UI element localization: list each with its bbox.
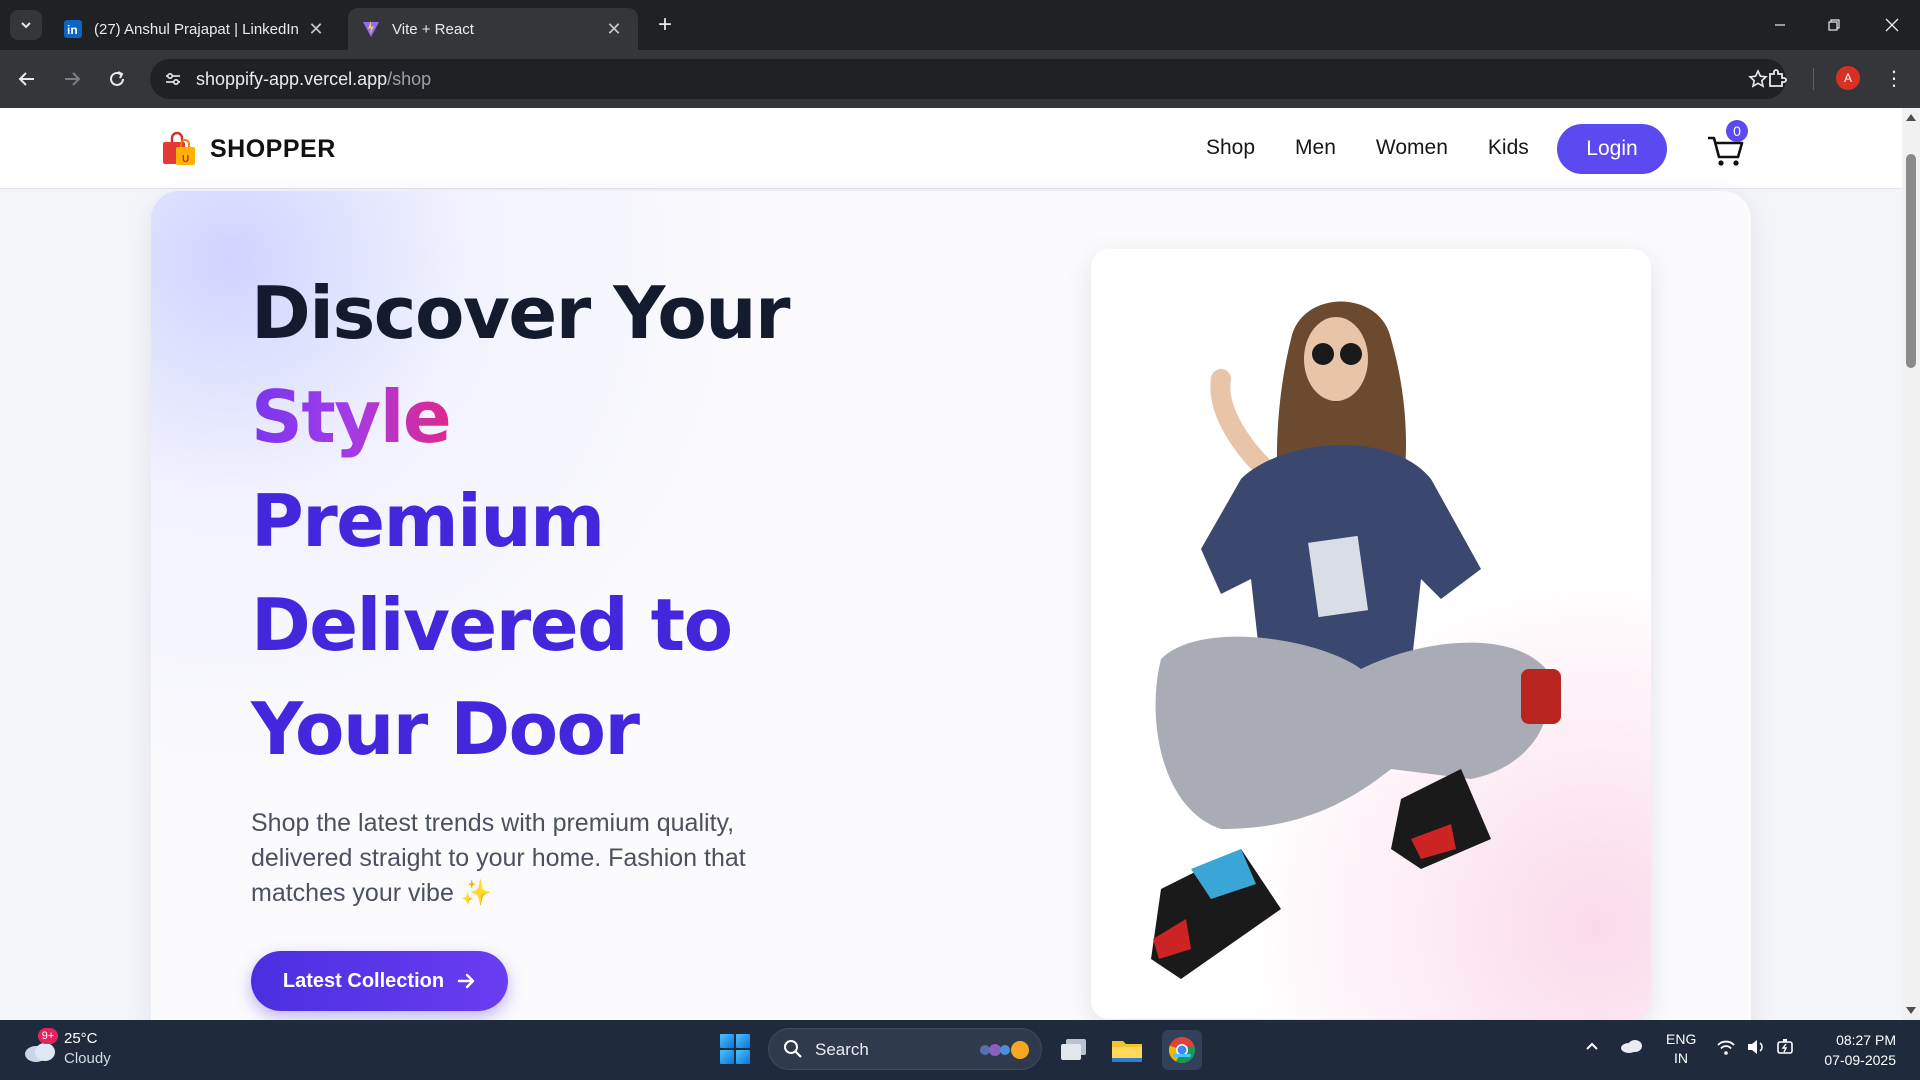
main-nav: Shop Men Women Kids [1206, 136, 1569, 160]
toolbar-divider [1813, 68, 1814, 90]
site-info-icon[interactable] [162, 68, 184, 90]
vite-icon [362, 20, 380, 38]
show-hidden-icons-button[interactable] [1584, 1038, 1600, 1059]
windows-logo-icon [720, 1034, 734, 1048]
reload-icon [110, 71, 124, 86]
hero-heading-highlight: Style [251, 375, 452, 459]
hero-description: Shop the latest trends with premium qual… [251, 809, 746, 907]
search-label: Search [815, 1040, 869, 1059]
url-path: /shop [387, 69, 432, 89]
page-viewport: U SHOPPER Shop Men Women Kids Login 0 Di… [0, 108, 1902, 1020]
tab-vite-react[interactable]: Vite + React ✕ [348, 8, 638, 50]
fashion-model-image [1151, 301, 1561, 979]
restore-button[interactable] [1816, 10, 1852, 40]
task-view-button[interactable] [1054, 1030, 1094, 1070]
chrome-taskbar-button[interactable] [1162, 1030, 1202, 1070]
profile-avatar[interactable]: A [1836, 66, 1860, 90]
url-text: shoppify-app.vercel.app/shop [196, 69, 431, 90]
svg-text:U: U [182, 154, 189, 165]
shopping-bag-icon: U [163, 131, 195, 165]
minimize-icon [1775, 24, 1785, 26]
hero-image-card [1091, 249, 1651, 1019]
svg-text:in: in [67, 23, 78, 37]
cart-count-badge: 0 [1726, 120, 1748, 142]
login-button[interactable]: Login [1557, 124, 1667, 174]
search-icon [784, 1040, 802, 1058]
close-window-button[interactable] [1874, 10, 1910, 40]
arrow-left-icon [18, 72, 34, 86]
hero-heading-line: Premium [251, 479, 605, 563]
close-icon[interactable]: ✕ [306, 19, 326, 40]
region-code: IN [1674, 1050, 1688, 1066]
puzzle-icon [1769, 69, 1787, 87]
weather-condition: Cloudy [64, 1050, 111, 1067]
more-vert-icon: ⋮ [1884, 67, 1904, 90]
linkedin-icon: in [64, 20, 82, 38]
wifi-icon [1717, 1040, 1735, 1055]
chevron-down-icon [21, 22, 31, 29]
back-button[interactable] [12, 64, 42, 94]
reload-button[interactable] [102, 64, 132, 94]
new-tab-button[interactable]: + [652, 12, 678, 38]
folder-icon [1112, 1041, 1142, 1062]
taskbar-search[interactable]: Search [768, 1028, 1042, 1070]
nav-link-women[interactable]: Women [1376, 136, 1448, 160]
weather-temperature: 25°C [64, 1030, 98, 1047]
windows-start-button[interactable] [720, 1034, 750, 1064]
site-header: U SHOPPER Shop Men Women Kids Login 0 [0, 108, 1902, 189]
star-icon [1748, 69, 1768, 88]
weather-alert-badge: 9+ [38, 1028, 58, 1044]
scroll-up-arrow-icon[interactable] [1906, 114, 1916, 121]
search-highlight-icon [980, 1041, 1029, 1059]
close-icon[interactable]: ✕ [604, 19, 624, 40]
tab-title: Vite + React [392, 20, 474, 38]
arrow-right-icon [65, 72, 81, 86]
active-app-indicator [1173, 1054, 1191, 1057]
hero-heading-line: Your Door [251, 687, 640, 771]
brand-name: SHOPPER [210, 134, 336, 163]
scroll-down-arrow-icon[interactable] [1906, 1007, 1916, 1014]
windows-taskbar: 9+ 25°C Cloudy Search ENG IN 08:27 PM 07… [0, 1020, 1920, 1080]
site-logo[interactable]: U SHOPPER [160, 130, 336, 168]
browser-toolbar: shoppify-app.vercel.app/shop [0, 50, 1920, 108]
tab-linkedin[interactable]: in (27) Anshul Prajapat | LinkedIn ✕ [50, 8, 340, 50]
taskbar-clock[interactable]: 08:27 PM 07-09-2025 [1800, 1030, 1896, 1070]
file-explorer-button[interactable] [1107, 1030, 1147, 1070]
volume-icon [1748, 1040, 1763, 1054]
task-view-icon [1061, 1039, 1086, 1060]
nav-link-kids[interactable]: Kids [1488, 136, 1529, 160]
chevron-up-icon [1586, 1042, 1598, 1050]
hero-heading-line: Delivered to [251, 583, 733, 667]
hero-heading-line: Discover Your [251, 271, 791, 355]
nav-link-men[interactable]: Men [1295, 136, 1336, 160]
nav-link-shop[interactable]: Shop [1206, 136, 1255, 160]
url-host: shoppify-app.vercel.app [196, 69, 388, 89]
arrow-right-icon [456, 971, 476, 991]
close-icon [1885, 18, 1899, 32]
cta-label: Latest Collection [282, 969, 445, 992]
language-code: ENG [1666, 1031, 1697, 1047]
onedrive-icon[interactable] [1620, 1038, 1644, 1059]
tab-title: (27) Anshul Prajapat | LinkedIn [94, 20, 299, 38]
extensions-button[interactable] [1766, 66, 1790, 95]
chrome-icon [1168, 1037, 1195, 1063]
address-bar[interactable]: shoppify-app.vercel.app/shop [150, 59, 1786, 99]
browser-tab-bar: in (27) Anshul Prajapat | LinkedIn ✕ Vit… [0, 0, 1920, 50]
tab-search-button[interactable] [10, 10, 42, 40]
latest-collection-button[interactable]: Latest Collection [251, 951, 508, 1011]
page-scrollbar[interactable] [1902, 108, 1920, 1020]
battery-icon [1777, 1039, 1793, 1054]
system-tray[interactable] [1716, 1038, 1796, 1056]
clock-time: 08:27 PM [1836, 1032, 1896, 1048]
input-language-indicator[interactable]: ENG IN [1666, 1030, 1696, 1068]
minimize-button[interactable] [1762, 10, 1798, 40]
scroll-thumb[interactable] [1906, 154, 1916, 368]
restore-icon [1828, 19, 1840, 31]
browser-menu-button[interactable]: ⋮ [1884, 64, 1904, 92]
hero-section: Discover Your Style Premium Delivered to… [151, 191, 1751, 1020]
forward-button[interactable] [57, 64, 87, 94]
clock-date: 07-09-2025 [1824, 1052, 1896, 1068]
